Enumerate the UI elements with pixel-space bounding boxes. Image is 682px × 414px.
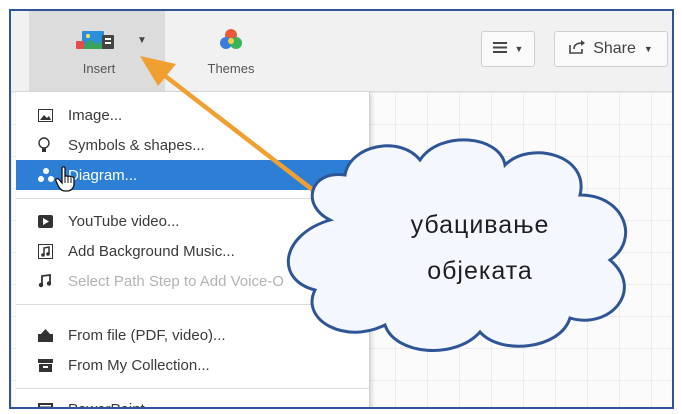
menu-divider (16, 304, 369, 305)
upload-folder-icon (38, 328, 58, 342)
play-icon (38, 214, 58, 228)
menu-divider (16, 388, 369, 389)
music-note-icon (38, 274, 58, 288)
share-label: Share (593, 40, 636, 57)
chevron-down-icon: ▼ (643, 44, 653, 54)
menu-item-label: Select Path Step to Add Voice-O (68, 272, 284, 290)
menu-item-label: From file (PDF, video)... (68, 326, 226, 344)
menu-item-from-file[interactable]: From file (PDF, video)... (16, 320, 369, 350)
menu-item-image[interactable]: Image... (16, 100, 369, 130)
menu-item-label: Symbols & shapes... (68, 136, 205, 154)
inbox-icon (38, 358, 58, 372)
share-icon (569, 39, 586, 59)
presentation-icon (38, 402, 58, 407)
lightbulb-icon (38, 137, 58, 153)
app-window: ▼ Insert Themes ▼ Share ▼ Image... Symbo… (9, 9, 674, 409)
chevron-down-icon: ▼ (137, 35, 147, 46)
hamburger-menu-button[interactable]: ▼ (481, 31, 535, 67)
menu-item-voice-over: Select Path Step to Add Voice-O (16, 266, 369, 296)
hand-pointer-icon (55, 166, 77, 197)
insert-dropdown-menu: Image... Symbols & shapes... Diagram... … (16, 92, 370, 409)
menu-item-label: Diagram... (68, 166, 138, 184)
share-button[interactable]: Share ▼ (554, 31, 668, 67)
menu-item-from-collection[interactable]: From My Collection... (16, 350, 369, 380)
menu-item-label: YouTube video... (68, 212, 180, 230)
image-icon (38, 108, 58, 122)
menu-item-label: PowerPoint... (68, 400, 158, 409)
insert-button[interactable]: ▼ Insert (29, 11, 165, 91)
menu-item-background-music[interactable]: Add Background Music... (16, 236, 369, 266)
music-file-icon (38, 243, 58, 259)
menu-item-label: From My Collection... (68, 356, 210, 374)
callout-text-line1: убацивање (410, 211, 550, 239)
menu-item-symbols-shapes[interactable]: Symbols & shapes... (16, 130, 369, 160)
themes-button[interactable]: Themes (196, 11, 266, 91)
hamburger-icon (492, 40, 507, 58)
themes-palette-icon (218, 27, 244, 58)
menu-item-label: Image... (68, 106, 123, 124)
toolbar: ▼ Insert Themes ▼ Share ▼ (11, 11, 672, 92)
themes-label: Themes (207, 61, 255, 76)
menu-item-label: Add Background Music... (68, 242, 235, 260)
menu-item-powerpoint[interactable]: PowerPoint... (16, 394, 369, 409)
image-insert-icon (76, 27, 120, 58)
menu-divider (16, 198, 369, 199)
menu-item-youtube[interactable]: YouTube video... (16, 206, 369, 236)
chevron-down-icon: ▼ (514, 44, 524, 54)
callout-text-line2: објеката (427, 257, 533, 285)
insert-label: Insert (82, 61, 116, 76)
